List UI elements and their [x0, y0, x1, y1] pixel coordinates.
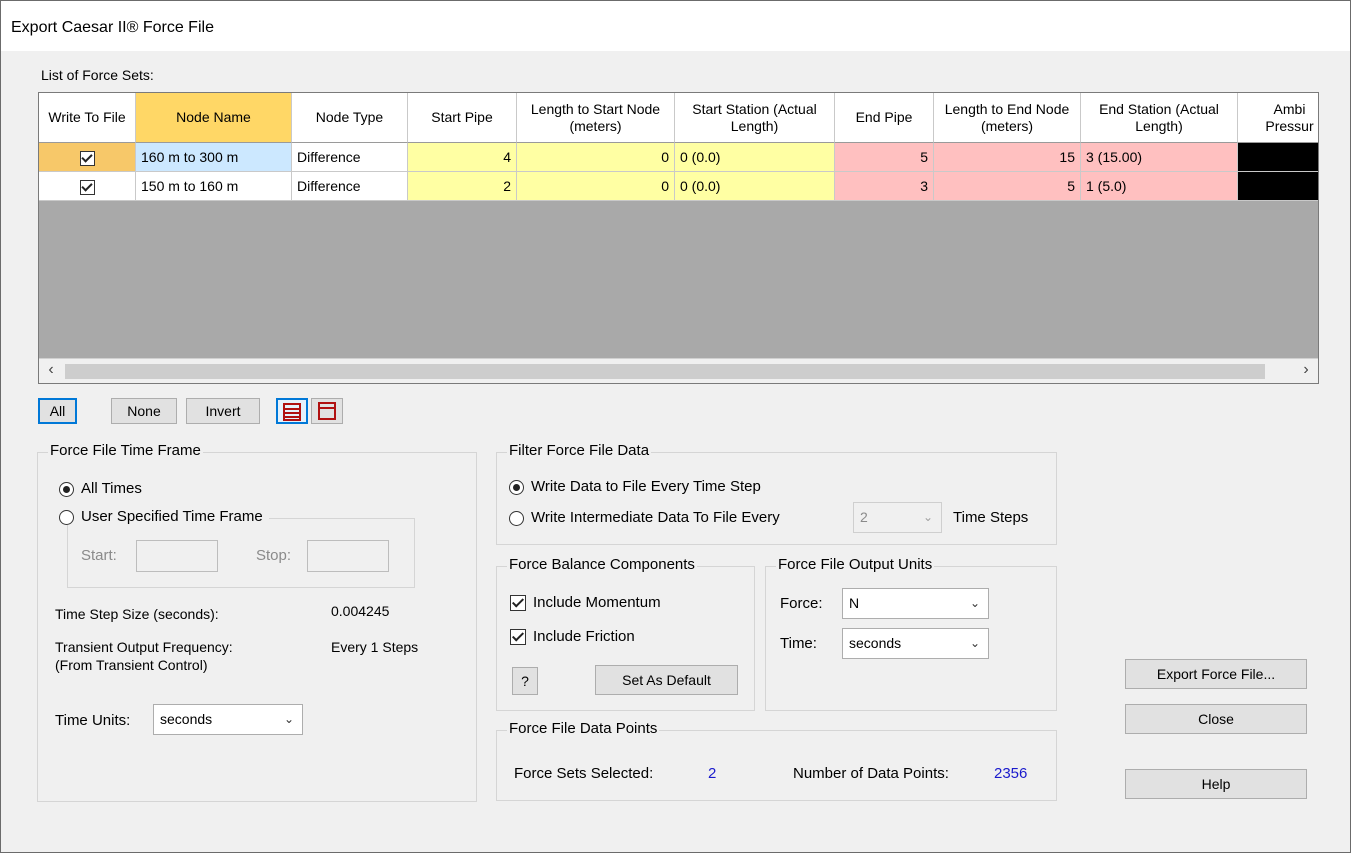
- select-none-button[interactable]: None: [111, 398, 177, 424]
- help-button[interactable]: Help: [1125, 769, 1307, 799]
- time-frame-title: Force File Time Frame: [48, 442, 203, 459]
- scroll-left-icon[interactable]: ‹: [41, 361, 61, 379]
- scroll-right-icon[interactable]: ›: [1296, 361, 1316, 379]
- horizontal-scrollbar[interactable]: ‹ ›: [39, 358, 1318, 383]
- chevron-down-icon: ⌄: [922, 510, 933, 524]
- table-row-2-ambient-pressure[interactable]: [1238, 172, 1318, 201]
- col-header-ambient-pressure[interactable]: Ambi Pressur: [1238, 93, 1318, 143]
- col-header-length-to-end[interactable]: Length to End Node (meters): [934, 93, 1081, 143]
- title-bar: Export Caesar II® Force File: [1, 1, 1350, 51]
- stop-label: Stop:: [256, 547, 292, 564]
- checkbox-checked-icon[interactable]: [79, 150, 95, 166]
- time-frame-group: [37, 452, 477, 802]
- checkbox-checked-icon[interactable]: [510, 595, 526, 612]
- force-sets-label: List of Force Sets:: [41, 67, 154, 83]
- user-specified-radio[interactable]: User Specified Time Frame: [59, 508, 269, 525]
- scrollbar-thumb[interactable]: [65, 364, 1265, 379]
- table-row-2-write-checkbox[interactable]: [39, 172, 136, 201]
- collapse-rows-button[interactable]: [311, 398, 343, 424]
- step-size-value: 0.004245: [331, 603, 390, 619]
- data-points-label: Number of Data Points:: [793, 765, 949, 782]
- start-time-input[interactable]: [136, 540, 218, 572]
- radio-selected-icon[interactable]: [509, 479, 524, 495]
- all-times-radio[interactable]: All Times: [59, 480, 142, 497]
- include-friction-checkbox[interactable]: Include Friction: [510, 628, 635, 646]
- col-header-end-pipe[interactable]: End Pipe: [835, 93, 934, 143]
- table-row-1-end-station[interactable]: 3 (15.00): [1081, 143, 1238, 172]
- table-row-1-end-pipe[interactable]: 5: [835, 143, 934, 172]
- output-frequency-source: (From Transient Control): [55, 657, 208, 673]
- intermediate-radio[interactable]: Write Intermediate Data To File Every: [509, 509, 780, 526]
- filter-group: [496, 452, 1057, 545]
- table-row-2-node-name[interactable]: 150 m to 160 m: [136, 172, 292, 201]
- table-row-2-end-pipe[interactable]: 3: [835, 172, 934, 201]
- time-steps-label: Time Steps: [953, 509, 1029, 526]
- select-all-button[interactable]: All: [38, 398, 77, 424]
- close-button[interactable]: Close: [1125, 704, 1307, 734]
- rows-expand-icon: [283, 403, 301, 421]
- force-unit-select[interactable]: N ⌄: [842, 588, 989, 619]
- force-unit-label: Force:: [780, 595, 823, 612]
- table-row-1-start-pipe[interactable]: 4: [408, 143, 517, 172]
- output-frequency-label: Transient Output Frequency:: [55, 639, 233, 655]
- window-title: Export Caesar II® Force File: [11, 19, 214, 36]
- table-row-2-start-station[interactable]: 0 (0.0): [675, 172, 835, 201]
- balance-title: Force Balance Components: [507, 556, 697, 573]
- chevron-down-icon: ⌄: [283, 712, 294, 726]
- output-frequency-value: Every 1 Steps: [331, 639, 419, 655]
- sets-selected-label: Force Sets Selected:: [514, 765, 654, 782]
- export-force-file-button[interactable]: Export Force File...: [1125, 659, 1307, 689]
- data-points-value: 2356: [994, 765, 1028, 782]
- invert-selection-button[interactable]: Invert: [186, 398, 260, 424]
- table-row-2-length-to-end[interactable]: 5: [934, 172, 1081, 201]
- help-question-button[interactable]: ?: [512, 667, 538, 695]
- filter-title: Filter Force File Data: [507, 442, 652, 459]
- radio-unselected-icon[interactable]: [509, 510, 524, 526]
- every-step-radio[interactable]: Write Data to File Every Time Step: [509, 478, 761, 495]
- expand-rows-button[interactable]: [276, 398, 308, 424]
- radio-selected-icon[interactable]: [59, 481, 74, 497]
- table-row-2-start-pipe[interactable]: 2: [408, 172, 517, 201]
- time-unit-select[interactable]: seconds ⌄: [842, 628, 989, 659]
- data-points-title: Force File Data Points: [507, 720, 660, 737]
- rows-collapse-icon: [318, 402, 336, 420]
- col-header-start-station[interactable]: Start Station (Actual Length): [675, 93, 835, 143]
- table-row-2-node-type[interactable]: Difference: [292, 172, 408, 201]
- col-header-end-station[interactable]: End Station (Actual Length): [1081, 93, 1238, 143]
- intermediate-steps-select[interactable]: 2 ⌄: [853, 502, 942, 533]
- table-row-1-node-type[interactable]: Difference: [292, 143, 408, 172]
- time-unit-label: Time:: [780, 635, 817, 652]
- time-units-label: Time Units:: [55, 712, 131, 729]
- stop-time-input[interactable]: [307, 540, 389, 572]
- col-header-node-name[interactable]: Node Name: [136, 93, 292, 143]
- step-size-label: Time Step Size (seconds):: [55, 606, 219, 622]
- table-row-1-length-to-end[interactable]: 15: [934, 143, 1081, 172]
- col-header-length-to-start[interactable]: Length to Start Node (meters): [517, 93, 675, 143]
- sets-selected-value: 2: [708, 765, 717, 782]
- start-label: Start:: [81, 547, 117, 564]
- table-row-1-ambient-pressure[interactable]: [1238, 143, 1318, 172]
- table-row-1-start-station[interactable]: 0 (0.0): [675, 143, 835, 172]
- radio-unselected-icon[interactable]: [59, 509, 74, 525]
- table-row-1-length-to-start[interactable]: 0: [517, 143, 675, 172]
- checkbox-checked-icon[interactable]: [510, 629, 526, 646]
- checkbox-checked-icon[interactable]: [79, 179, 95, 195]
- table-row-1-node-name[interactable]: 160 m to 300 m: [136, 143, 292, 172]
- force-sets-grid[interactable]: Write To File Node Name Node Type Start …: [38, 92, 1319, 384]
- chevron-down-icon: ⌄: [969, 636, 980, 650]
- col-header-node-type[interactable]: Node Type: [292, 93, 408, 143]
- chevron-down-icon: ⌄: [969, 596, 980, 610]
- export-force-file-dialog: Export Caesar II® Force File List of For…: [0, 0, 1351, 853]
- include-momentum-checkbox[interactable]: Include Momentum: [510, 594, 661, 612]
- time-units-select[interactable]: seconds ⌄: [153, 704, 303, 735]
- table-row-1-write-checkbox[interactable]: [39, 143, 136, 172]
- col-header-start-pipe[interactable]: Start Pipe: [408, 93, 517, 143]
- units-title: Force File Output Units: [776, 556, 935, 573]
- table-row-2-end-station[interactable]: 1 (5.0): [1081, 172, 1238, 201]
- set-as-default-button[interactable]: Set As Default: [595, 665, 738, 695]
- table-row-2-length-to-start[interactable]: 0: [517, 172, 675, 201]
- col-header-write-to-file[interactable]: Write To File: [39, 93, 136, 143]
